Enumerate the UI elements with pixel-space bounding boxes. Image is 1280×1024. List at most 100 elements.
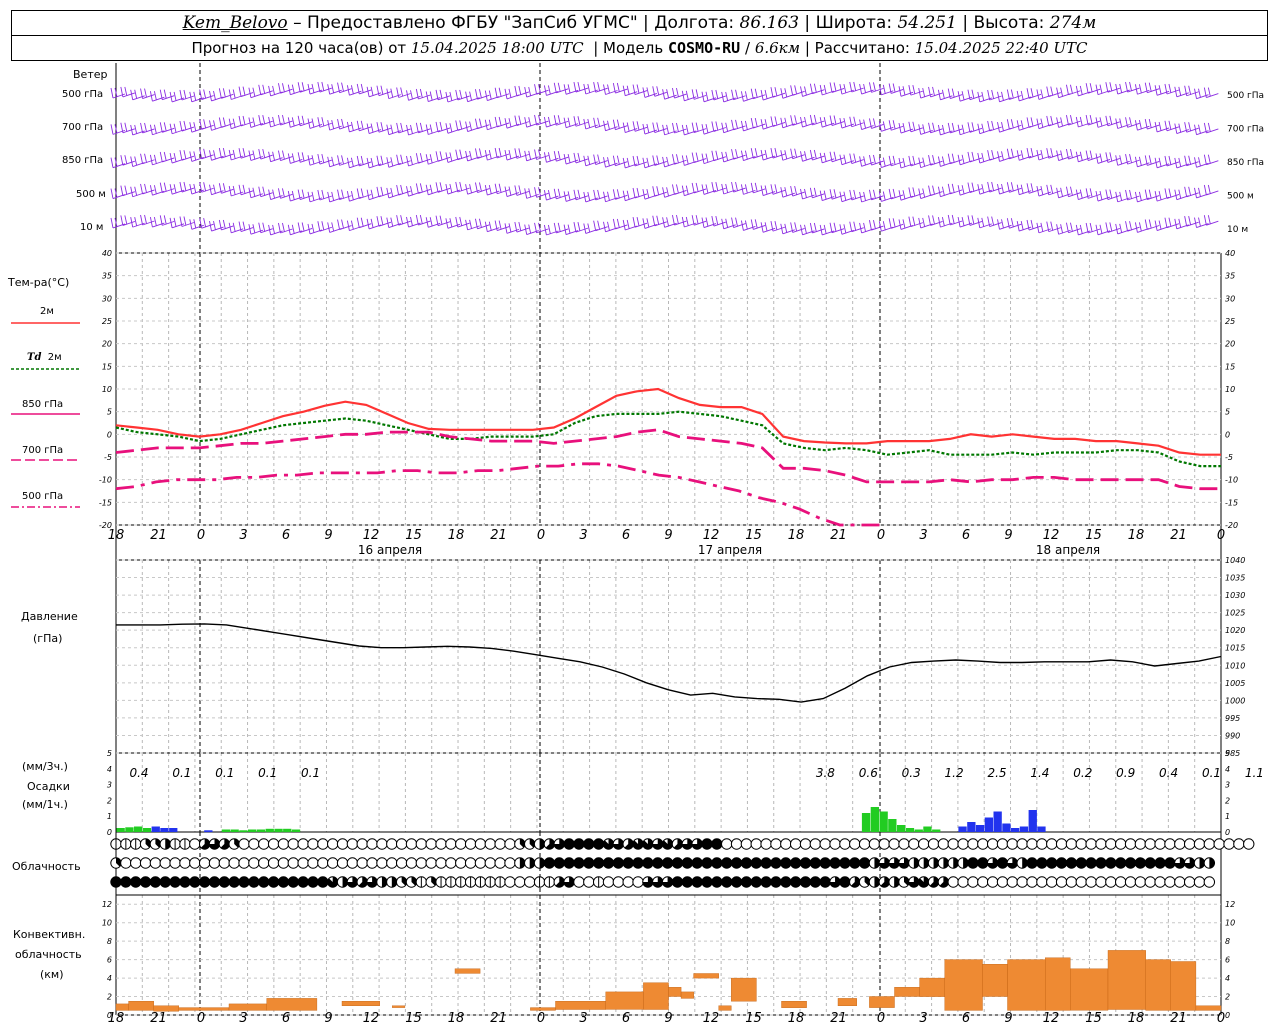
wind-barb-flag bbox=[419, 214, 423, 225]
wind-barb-flag bbox=[711, 182, 715, 193]
wind-barb-flag bbox=[356, 188, 360, 199]
wind-barb-flag bbox=[528, 188, 532, 198]
wind-barb-flag bbox=[1109, 152, 1113, 162]
wind-barb-flag bbox=[268, 85, 272, 97]
wind-barb-flag bbox=[922, 124, 926, 134]
y-tick-right: 1030 bbox=[1225, 591, 1245, 600]
cloud-cover-circle bbox=[386, 838, 398, 850]
cloud-cover-circle bbox=[780, 838, 792, 850]
wind-barb-flag bbox=[376, 155, 380, 166]
wind-barb-shaft bbox=[487, 227, 500, 233]
convective-bar bbox=[1007, 959, 1046, 1011]
cloud-cover-circle bbox=[327, 838, 339, 850]
wind-barb-flag bbox=[370, 123, 374, 133]
wind-barb-shaft bbox=[615, 194, 628, 200]
wind-barb-flag bbox=[780, 88, 784, 99]
wind-barb-flag bbox=[459, 216, 463, 227]
precip-bar bbox=[967, 822, 976, 832]
precip-bar bbox=[274, 828, 283, 833]
wind-barb-flag bbox=[469, 91, 473, 101]
cloud-cover-circle bbox=[455, 857, 467, 869]
cloud-cover-circle bbox=[1036, 876, 1048, 888]
wind-barb-flag bbox=[839, 154, 843, 165]
wind-barb-flag bbox=[179, 120, 183, 132]
wind-barb-shaft bbox=[1009, 154, 1022, 160]
wind-barb-flag bbox=[774, 184, 778, 194]
x-tick-bottom: 3 bbox=[239, 1011, 247, 1024]
wind-barb-flag bbox=[370, 157, 374, 168]
wind-barb-flag bbox=[892, 155, 896, 165]
wind-barb-flag bbox=[918, 217, 922, 229]
cloud-cover-fill bbox=[1046, 857, 1057, 869]
cloud-cover-circle bbox=[524, 876, 536, 888]
wind-barb-flag bbox=[350, 85, 354, 95]
wind-barb-shaft bbox=[1117, 160, 1130, 166]
wind-barb-flag bbox=[1148, 219, 1152, 229]
convective-bar bbox=[128, 1001, 154, 1011]
wind-barb-flag bbox=[514, 115, 518, 126]
wind-barb-flag bbox=[853, 153, 857, 163]
wind-barb-shaft bbox=[240, 227, 254, 233]
wind-barb-flag bbox=[498, 87, 502, 97]
cloud-cover-circle bbox=[1203, 876, 1216, 888]
x-tick-bottom: 0 bbox=[877, 1011, 885, 1024]
y-tick-right: 0 bbox=[1225, 1011, 1230, 1020]
wind-barb-flag bbox=[991, 89, 995, 100]
precip-total-3h: 1.1 bbox=[1245, 766, 1264, 780]
wind-barb-flag bbox=[1188, 122, 1192, 132]
wind-barb-shaft bbox=[772, 121, 786, 127]
cloud-cover-fill bbox=[583, 857, 594, 869]
wind-barb-shaft bbox=[802, 92, 815, 97]
cloud-cover-circle bbox=[1036, 838, 1048, 850]
cloud-cover-fill bbox=[613, 857, 624, 869]
wind-barb-flag bbox=[547, 116, 551, 127]
wind-barb-shaft bbox=[1028, 188, 1042, 194]
wind-barb-flag bbox=[193, 122, 197, 132]
wind-barb-flag bbox=[882, 121, 886, 131]
convective-bar bbox=[919, 977, 945, 997]
wind-barb-flag bbox=[1207, 154, 1211, 164]
cloud-cover-circle bbox=[730, 838, 743, 850]
precip-bar bbox=[291, 829, 301, 832]
wind-barb-shaft bbox=[280, 88, 293, 94]
wind-barb-shaft bbox=[319, 122, 332, 128]
wind-barb-flag bbox=[341, 219, 344, 229]
wind-barb-flag bbox=[1020, 120, 1024, 130]
cloud-cover-fill bbox=[140, 876, 151, 888]
wind-barb-flag bbox=[406, 90, 409, 101]
wind-barb-flag bbox=[823, 84, 827, 95]
wind-barb-flag bbox=[455, 120, 459, 131]
wind-barb-flag bbox=[656, 186, 660, 196]
wind-barb-flag bbox=[794, 222, 798, 232]
wind-barb-flag bbox=[941, 186, 945, 196]
cloud-cover-circle bbox=[366, 838, 378, 850]
cloud-cover-circle bbox=[1164, 838, 1176, 850]
wind-barb-shaft bbox=[418, 188, 431, 194]
wind-barb-shaft bbox=[1038, 228, 1052, 234]
wind-barb-flag bbox=[593, 189, 597, 201]
precip-bar bbox=[230, 829, 239, 832]
wind-barb-shaft bbox=[1156, 196, 1170, 202]
y-tick-left: 12 bbox=[102, 900, 112, 909]
wind-barb-flag bbox=[902, 157, 906, 168]
wind-barb-flag bbox=[912, 187, 916, 197]
wind-barb-flag bbox=[508, 88, 512, 98]
wind-barb-flag bbox=[882, 221, 886, 231]
wind-barb-flag bbox=[740, 120, 744, 132]
wind-barb-shaft bbox=[615, 224, 628, 230]
wind-barb-shaft bbox=[694, 158, 707, 163]
wind-barb-flag bbox=[557, 82, 561, 92]
wind-barb-shaft bbox=[733, 125, 746, 131]
precip-total-3h: 0.1 bbox=[172, 766, 191, 780]
wind-barb-flag bbox=[498, 147, 502, 158]
wind-barb-flag bbox=[406, 155, 409, 167]
cloud-cover-circle bbox=[405, 838, 418, 850]
wind-barb-shaft bbox=[841, 160, 855, 166]
wind-barb-flag bbox=[479, 89, 482, 99]
wind-barb-shaft bbox=[930, 92, 943, 98]
wind-barb-flag bbox=[813, 222, 817, 233]
cloud-cover-fill bbox=[297, 876, 309, 888]
wind-barb-flag bbox=[1198, 217, 1201, 227]
cloud-cover-fill bbox=[711, 857, 723, 869]
wind-barb-flag bbox=[971, 151, 975, 162]
